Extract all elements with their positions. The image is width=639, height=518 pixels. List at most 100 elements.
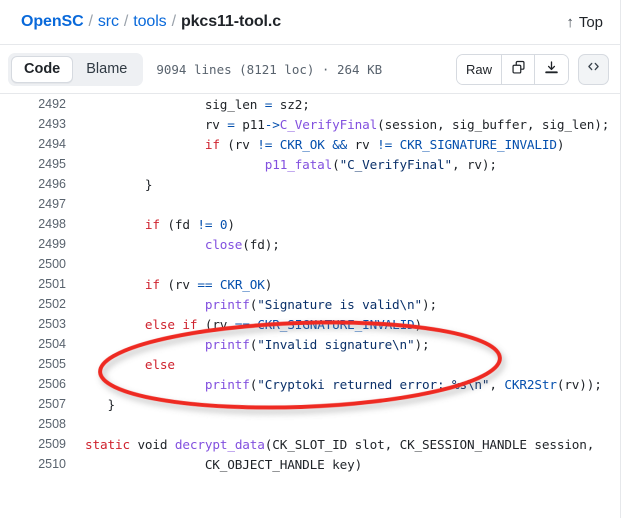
code-line-content[interactable]: if (rv == CKR_OK) (76, 274, 621, 294)
code-token-pln: , (489, 376, 505, 392)
line-number[interactable]: 2510 (0, 454, 76, 474)
breadcrumb-segment-src[interactable]: src (98, 13, 119, 31)
line-number[interactable]: 2493 (0, 114, 76, 134)
code-token-op: == (197, 276, 213, 292)
line-number[interactable]: 2508 (0, 414, 76, 434)
line-number[interactable]: 2507 (0, 394, 76, 414)
code-table: 2492 sig_len = sz2; 2493 rv = p11->C_Veri… (0, 94, 621, 474)
code-token-pln: (rv (197, 316, 235, 332)
code-line-content[interactable]: p11_fatal("C_VerifyFinal", rv); (76, 154, 621, 174)
code-line-row: 2510 CK_OBJECT_HANDLE key) (0, 454, 621, 474)
code-token-pln: } (85, 176, 153, 192)
code-token-pln (85, 297, 205, 312)
raw-copy-download-group: Raw (455, 53, 569, 85)
code-token-pln: (fd); (242, 236, 280, 252)
code-token-op: != (257, 136, 273, 152)
code-token-str: "Invalid signature\n" (257, 336, 415, 352)
code-line-content[interactable]: CK_OBJECT_HANDLE key) (76, 454, 621, 474)
breadcrumb-repo-link[interactable]: OpenSC (21, 13, 84, 31)
code-line-row: 2494 if (rv != CKR_OK && rv != CKR_SIGNA… (0, 134, 621, 154)
code-token-pln: ) (414, 316, 423, 332)
code-line-content[interactable]: printf("Cryptoki returned error: %s\n", … (76, 374, 621, 394)
code-line-content[interactable]: rv = p11->C_VerifyFinal(session, sig_buf… (76, 114, 621, 134)
line-number[interactable]: 2500 (0, 254, 76, 274)
code-line-content[interactable]: } (76, 174, 621, 194)
file-toolbar: Code Blame 9094 lines (8121 loc) · 264 K… (0, 45, 621, 94)
line-number[interactable]: 2504 (0, 334, 76, 354)
code-line-content[interactable] (76, 414, 621, 434)
line-number[interactable]: 2506 (0, 374, 76, 394)
code-line-row: 2497 (0, 194, 621, 214)
code-token-pln: (fd (159, 216, 198, 232)
code-line-row: 2500 (0, 254, 621, 274)
code-line-content[interactable]: printf("Signature is valid\n"); (76, 294, 621, 314)
code-token-pln: p11 (234, 116, 265, 132)
line-number[interactable]: 2495 (0, 154, 76, 174)
line-number[interactable]: 2501 (0, 274, 76, 294)
code-line-row: 2493 rv = p11->C_VerifyFinal(session, si… (0, 114, 621, 134)
code-line-content[interactable] (76, 254, 621, 274)
code-token-pln (85, 317, 145, 332)
line-number[interactable]: 2509 (0, 434, 76, 454)
open-symbols-panel-button[interactable] (578, 53, 609, 85)
code-line-content[interactable] (76, 194, 621, 214)
download-raw-file-button[interactable] (535, 54, 568, 84)
breadcrumb-separator-2: / (123, 13, 129, 30)
code-token-pln: ) (556, 136, 565, 152)
code-token-pln: CK_OBJECT_HANDLE key) (85, 456, 363, 472)
code-token-pln: (rv (219, 136, 258, 152)
arrow-up-icon: ↑ (566, 13, 574, 31)
code-line-row: 2492 sig_len = sz2; (0, 94, 621, 114)
copy-icon (511, 60, 526, 78)
code-token-pln: sz2; (272, 96, 310, 112)
line-number[interactable]: 2497 (0, 194, 76, 214)
line-number[interactable]: 2492 (0, 94, 76, 114)
code-line-content[interactable]: if (fd != 0) (76, 214, 621, 234)
code-brackets-icon (586, 59, 601, 79)
code-token-pln: ) (264, 276, 273, 292)
code-line-content[interactable]: sig_len = sz2; (76, 94, 621, 114)
code-token-fn: C_VerifyFinal (279, 116, 378, 132)
code-line-content[interactable]: close(fd); (76, 234, 621, 254)
line-number[interactable]: 2502 (0, 294, 76, 314)
code-token-pln (85, 237, 205, 252)
code-table-body: 2492 sig_len = sz2; 2493 rv = p11->C_Veri… (0, 94, 621, 474)
breadcrumb-separator-1: / (88, 13, 93, 30)
line-number[interactable]: 2505 (0, 354, 76, 374)
scroll-to-top-link[interactable]: ↑ Top (566, 14, 607, 31)
code-token-cst: CKR2Str (504, 376, 557, 392)
code-line-content[interactable]: printf("Invalid signature\n"); (76, 334, 621, 354)
code-token-kw: if (144, 216, 160, 232)
tab-blame[interactable]: Blame (73, 56, 140, 83)
code-line-content[interactable]: else (76, 354, 621, 374)
code-token-op: == (234, 316, 250, 332)
line-number[interactable]: 2503 (0, 314, 76, 334)
code-token-pln: rv (347, 136, 378, 152)
code-token-pln (167, 437, 175, 452)
code-token-pln: ); (414, 336, 430, 352)
line-number[interactable]: 2498 (0, 214, 76, 234)
breadcrumb-segment-tools[interactable]: tools (133, 13, 166, 31)
tab-code[interactable]: Code (11, 55, 74, 83)
code-token-cst: CKR_SIGNATURE_INVALID (399, 136, 557, 152)
raw-button[interactable]: Raw (456, 54, 502, 84)
code-line-content[interactable]: else if (rv == CKR_SIGNATURE_INVALID) (76, 314, 621, 334)
copy-raw-contents-button[interactable] (502, 54, 535, 84)
code-line-content[interactable]: } (76, 394, 621, 414)
code-token-fn: close (204, 236, 243, 252)
code-line-content[interactable]: static void decrypt_data(CK_SLOT_ID slot… (76, 434, 621, 454)
code-token-pln: , rv); (451, 156, 497, 172)
breadcrumb-separator-3: / (171, 13, 176, 30)
code-token-op: && (332, 136, 348, 152)
code-token-str: "C_VerifyFinal" (339, 156, 452, 172)
download-icon (544, 60, 559, 79)
line-number[interactable]: 2494 (0, 134, 76, 154)
code-token-kw: if (204, 136, 220, 152)
code-blob-viewer[interactable]: 2492 sig_len = sz2; 2493 rv = p11->C_Veri… (0, 94, 621, 518)
code-line-row: 2495 p11_fatal("C_VerifyFinal", rv); (0, 154, 621, 174)
file-stats-text: 9094 lines (8121 loc) · 264 KB (156, 61, 383, 77)
line-number[interactable]: 2496 (0, 174, 76, 194)
code-line-content[interactable]: if (rv != CKR_OK && rv != CKR_SIGNATURE_… (76, 134, 621, 154)
code-token-pln (392, 137, 400, 152)
line-number[interactable]: 2499 (0, 234, 76, 254)
